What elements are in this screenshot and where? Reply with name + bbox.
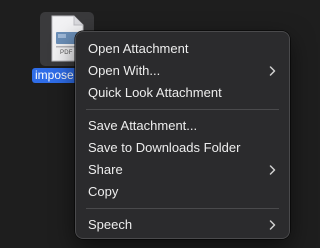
menu-item-label: Share xyxy=(88,162,123,177)
menu-item-open-with[interactable]: Open With... xyxy=(76,60,289,82)
file-name-label[interactable]: impose xyxy=(32,68,77,83)
menu-item-label: Speech xyxy=(88,217,133,232)
menu-item-label: Quick Look Attachment xyxy=(88,85,222,100)
menu-item-open-attachment[interactable]: Open Attachment xyxy=(76,38,289,60)
pdf-type-badge: PDF xyxy=(60,50,73,56)
menu-separator xyxy=(86,109,279,110)
chevron-right-icon xyxy=(267,159,277,181)
chevron-right-icon xyxy=(267,214,277,236)
menu-item-label: Copy xyxy=(88,184,119,199)
chevron-right-icon xyxy=(267,60,277,82)
menu-item-label: Save to Downloads Folder xyxy=(88,140,241,155)
menu-separator xyxy=(86,208,279,209)
menu-item-label: Open Attachment xyxy=(88,41,189,56)
menu-item-quick-look[interactable]: Quick Look Attachment xyxy=(76,82,289,104)
menu-item-speech[interactable]: Speech xyxy=(76,214,289,236)
context-menu: Open Attachment Open With... Quick Look … xyxy=(75,31,290,239)
menu-item-share[interactable]: Share xyxy=(76,159,289,181)
desktop-area: PDF impose Open Attachment Open With... … xyxy=(0,0,304,248)
menu-item-save-to-downloads[interactable]: Save to Downloads Folder xyxy=(76,137,289,159)
menu-item-label: Save Attachment... xyxy=(88,118,198,133)
menu-item-copy[interactable]: Copy xyxy=(76,181,289,203)
menu-item-save-attachment[interactable]: Save Attachment... xyxy=(76,115,289,137)
menu-item-label: Open With... xyxy=(88,63,161,78)
